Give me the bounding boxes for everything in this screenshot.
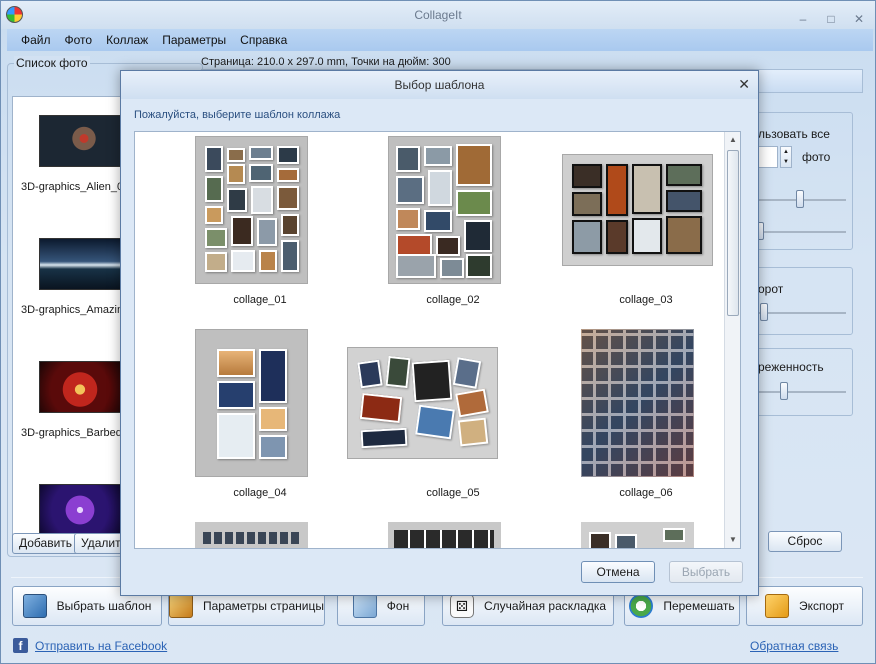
select-button[interactable]: Выбрать [669, 561, 743, 583]
template-name: collage_03 [619, 294, 673, 306]
app-window: CollageIt – □ ✕ Файл Фото Коллаж Парамет… [0, 0, 876, 664]
menu-collage[interactable]: Коллаж [106, 33, 148, 47]
template-collage-05[interactable]: collage_05 [347, 329, 548, 499]
window-title: CollageIt [414, 8, 462, 22]
template-grid[interactable]: collage_01 collage_02 collage_03 collage… [134, 131, 741, 549]
background-label: Фон [386, 599, 410, 613]
template-dialog: Выбор шаблона ✕ Пожалуйста, выберите шаб… [120, 70, 759, 596]
shuffle-label: Перемешать [663, 599, 735, 613]
slider-handle[interactable] [796, 190, 804, 208]
template-preview [388, 136, 501, 284]
template-collage-06[interactable]: collage_06 [551, 329, 740, 499]
template-preview [581, 329, 694, 477]
template-name: collage_04 [233, 487, 287, 499]
template-collage-04[interactable]: collage_04 [165, 329, 355, 499]
scroll-up-icon[interactable]: ▲ [725, 132, 740, 148]
dialog-title: Выбор шаблона [394, 78, 485, 92]
shuffle-icon [629, 594, 654, 618]
template-grid-scrollbar[interactable]: ▲ ▼ [724, 132, 740, 548]
template-preview [562, 154, 713, 266]
dice-icon: ⚄ [449, 594, 474, 618]
photo-name: 3D-graphics_Amazing [21, 304, 130, 316]
rotation-slider-handle[interactable] [760, 303, 768, 321]
photo-count-label: фото [802, 150, 831, 164]
page-params-label: Параметры страницы [203, 599, 324, 613]
menu-photo[interactable]: Фото [65, 33, 93, 47]
template-icon [22, 594, 47, 618]
photo-thumbnail [39, 484, 121, 536]
template-preview-partial[interactable] [388, 522, 501, 548]
facebook-icon: f [13, 638, 28, 653]
cancel-button[interactable]: Отмена [581, 561, 655, 583]
photo-thumbnail [39, 115, 121, 167]
rotation-group: орот [749, 267, 853, 335]
dialog-prompt: Пожалуйста, выберите шаблон коллажа [134, 109, 341, 121]
photo-count-group: льзовать все ▲ ▼ фото [749, 112, 853, 250]
export-label: Экспорт [798, 599, 845, 613]
choose-template-label: Выбрать шаблон [56, 599, 152, 613]
photo-count-stepper[interactable]: ▲ ▼ [780, 146, 792, 168]
dialog-close-icon[interactable]: ✕ [738, 77, 750, 91]
export-button[interactable]: Экспорт [746, 586, 863, 626]
rotation-label: орот [758, 282, 784, 296]
app-logo-icon [6, 6, 23, 23]
photo-thumbnail [39, 361, 121, 413]
template-preview [347, 347, 498, 459]
dialog-title-bar: Выбор шаблона ✕ [121, 71, 758, 99]
scroll-down-icon[interactable]: ▼ [725, 532, 740, 548]
photo-thumbnail [39, 238, 121, 290]
photo-name: 3D-graphics_Alien_02 [21, 181, 130, 193]
scrollbar-thumb[interactable] [727, 150, 739, 316]
template-preview-partial[interactable] [195, 522, 308, 548]
template-name: collage_01 [233, 294, 287, 306]
template-collage-02[interactable]: collage_02 [358, 136, 548, 306]
add-photo-button[interactable]: Добавить [12, 533, 80, 554]
template-name: collage_02 [426, 294, 480, 306]
template-name: collage_06 [619, 487, 673, 499]
reset-button[interactable]: Сброс [768, 531, 842, 552]
blur-slider-track [754, 391, 846, 393]
menu-bar: Файл Фото Коллаж Параметры Справка [7, 29, 873, 51]
background-icon [352, 594, 377, 618]
template-preview-partial[interactable] [581, 522, 694, 548]
random-layout-label: Случайная раскладка [483, 599, 607, 613]
feedback-link[interactable]: Обратная связь [750, 639, 838, 653]
slider-track [754, 231, 846, 233]
template-preview [195, 329, 308, 477]
use-all-label: льзовать все [758, 127, 830, 141]
photo-list-legend: Список фото [14, 56, 90, 70]
photo-count-field[interactable] [756, 146, 778, 168]
template-preview [195, 136, 308, 284]
blur-slider-handle[interactable] [780, 382, 788, 400]
blur-group: реженность [749, 348, 853, 416]
page-info: Страница: 210.0 x 297.0 mm, Точки на дюй… [201, 56, 451, 68]
menu-file[interactable]: Файл [21, 33, 51, 47]
export-icon [764, 594, 789, 618]
template-collage-01[interactable]: collage_01 [165, 136, 355, 306]
template-name: collage_05 [426, 487, 480, 499]
menu-parameters[interactable]: Параметры [162, 33, 226, 47]
facebook-link[interactable]: Отправить на Facebook [35, 639, 167, 653]
blur-label: реженность [758, 360, 824, 374]
page-settings-icon [169, 594, 193, 618]
template-collage-03[interactable]: collage_03 [551, 136, 740, 306]
title-bar: CollageIt – □ ✕ [1, 1, 875, 29]
photo-name: 3D-graphics_Barbed_ [21, 427, 129, 439]
menu-help[interactable]: Справка [240, 33, 287, 47]
